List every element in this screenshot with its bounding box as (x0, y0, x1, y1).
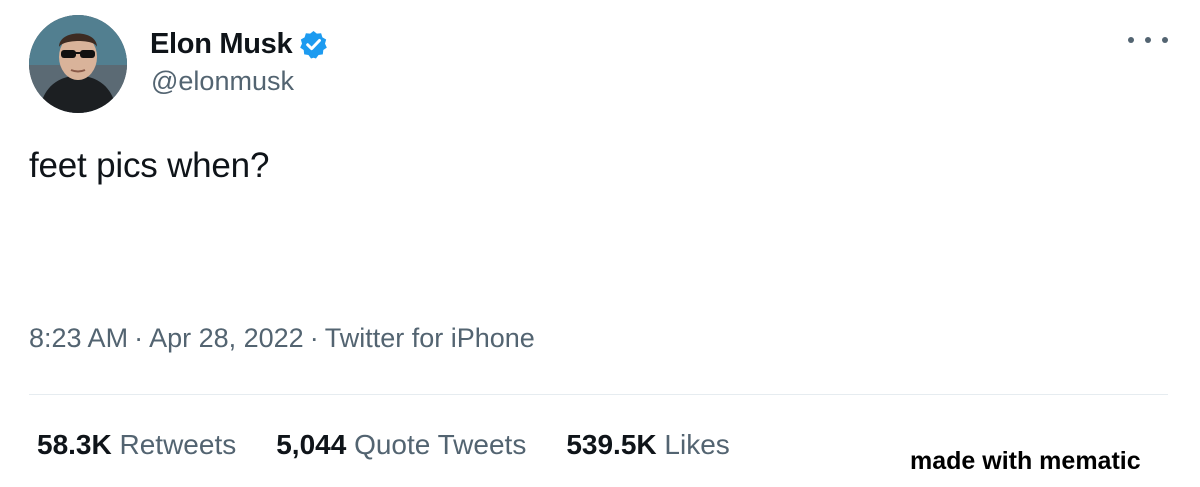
more-horizontal-icon[interactable] (1128, 24, 1168, 56)
tweet-text: feet pics when? (29, 146, 270, 185)
quote-tweets-label: Quote Tweets (354, 429, 527, 460)
meta-separator: · (134, 323, 144, 353)
tweet-metadata: 8:23 AM · Apr 28, 2022 · Twitter for iPhone (29, 323, 535, 354)
meta-separator: · (309, 323, 319, 353)
likes-stat[interactable]: 539.5K Likes (566, 429, 729, 461)
likes-label: Likes (664, 429, 730, 460)
watermark: made with mematic (910, 447, 1141, 475)
quote-tweets-count: 5,044 (276, 429, 347, 460)
divider (29, 394, 1168, 395)
more-dot (1128, 37, 1134, 43)
profile-photo-avatar (29, 15, 127, 113)
tweet-stats: 58.3K Retweets 5,044 Quote Tweets 539.5K… (37, 429, 730, 461)
author-handle[interactable]: @elonmusk (151, 66, 294, 97)
retweets-count: 58.3K (37, 429, 112, 460)
avatar[interactable] (29, 15, 127, 113)
quote-tweets-stat[interactable]: 5,044 Quote Tweets (276, 429, 526, 461)
retweets-stat[interactable]: 58.3K Retweets (37, 429, 236, 461)
verified-badge-icon (298, 29, 329, 60)
author-display-name[interactable]: Elon Musk (150, 28, 293, 61)
tweet-source[interactable]: Twitter for iPhone (325, 323, 535, 353)
more-dot (1145, 37, 1151, 43)
author-name-row: Elon Musk (150, 24, 329, 64)
likes-count: 539.5K (566, 429, 657, 460)
retweets-label: Retweets (119, 429, 237, 460)
tweet-date[interactable]: Apr 28, 2022 (149, 323, 304, 353)
more-dot (1162, 37, 1168, 43)
tweet-time[interactable]: 8:23 AM (29, 323, 128, 353)
